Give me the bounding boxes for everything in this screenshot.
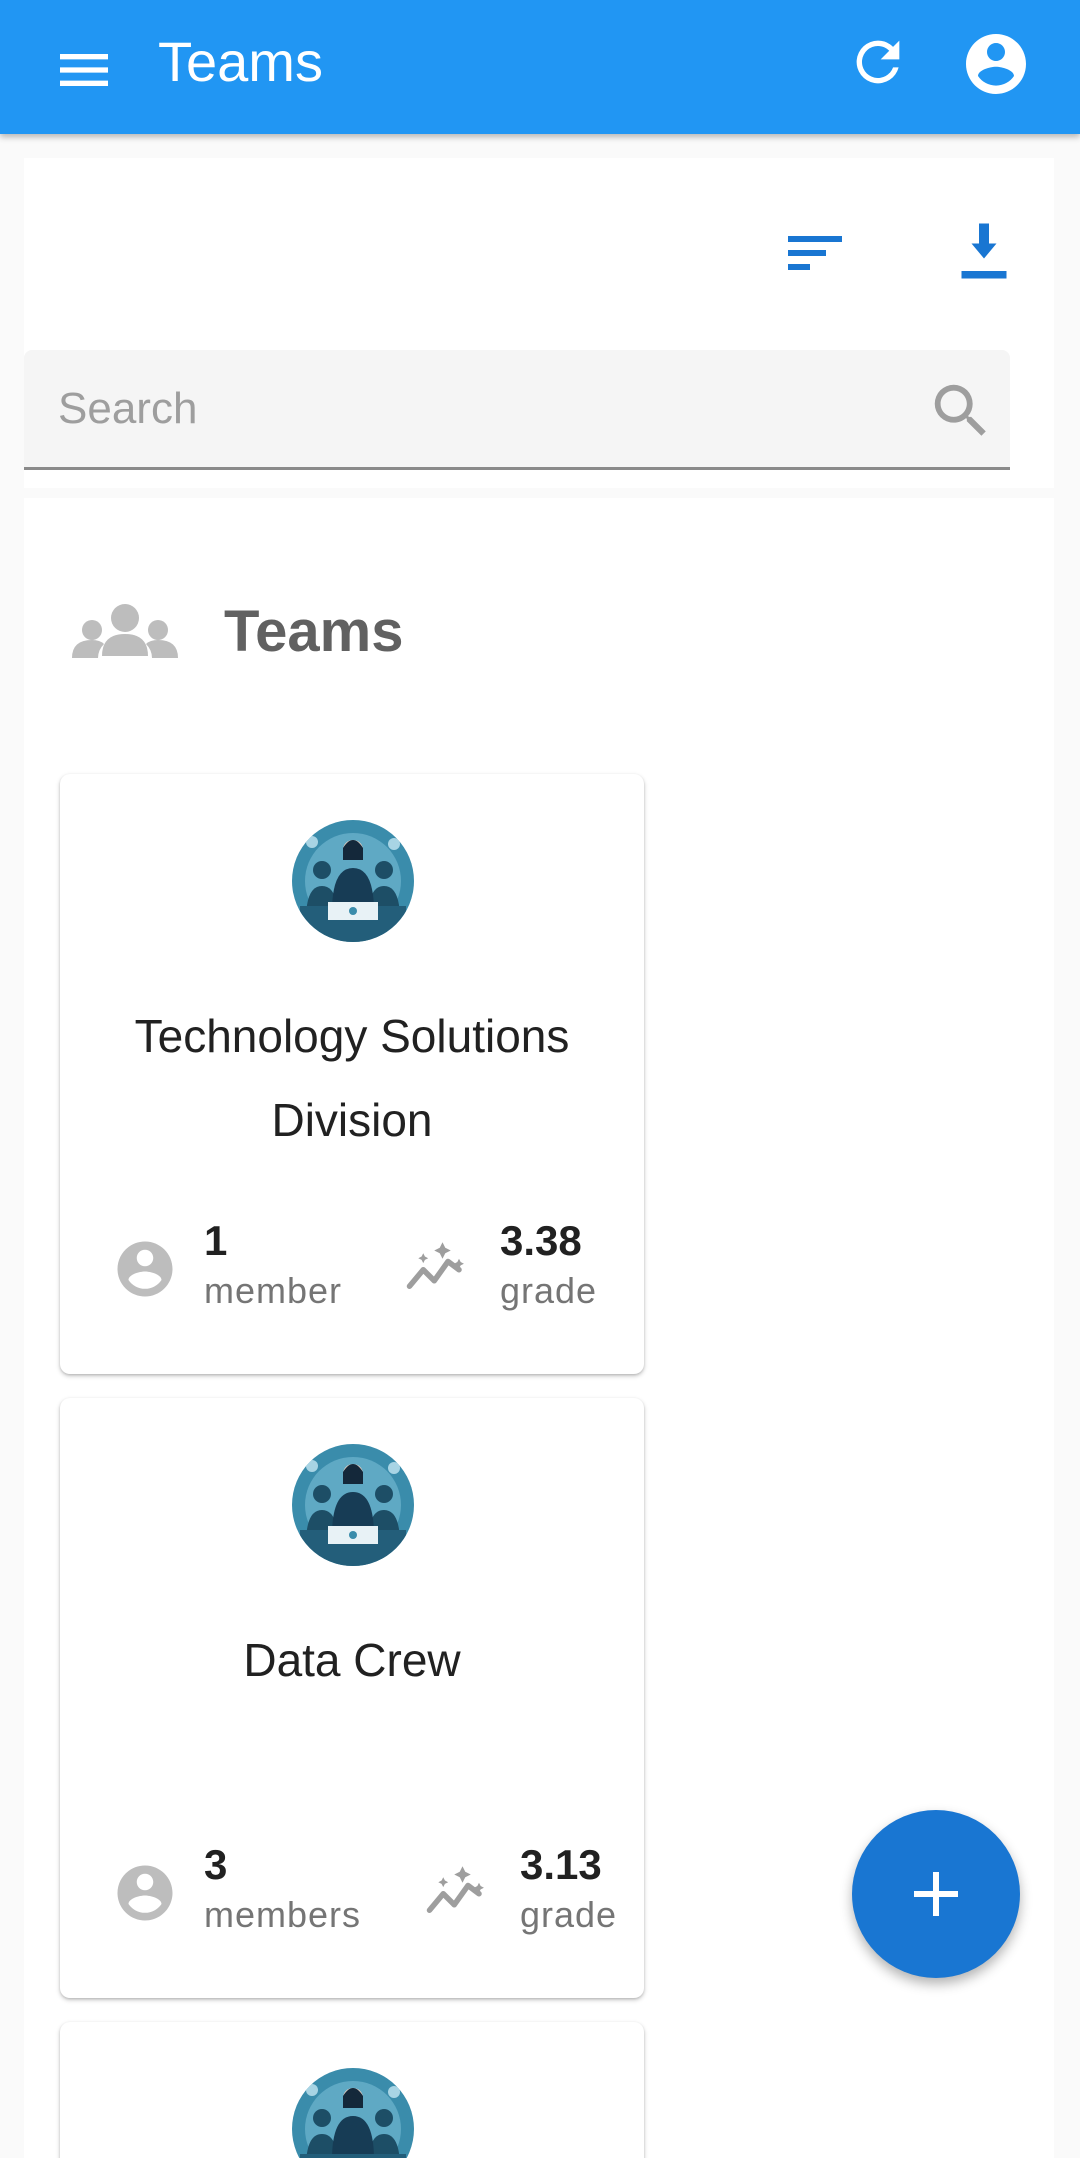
app-bar: Teams: [0, 0, 1080, 134]
search-field[interactable]: [24, 350, 1010, 470]
grade-label: grade: [500, 1270, 598, 1311]
search-icon[interactable]: [926, 376, 996, 446]
download-button[interactable]: [954, 218, 1014, 284]
account-circle-icon: [966, 34, 1026, 94]
section-title: Teams: [224, 599, 404, 664]
account-circle-icon: [117, 1865, 173, 1921]
member-label: member: [204, 1270, 343, 1311]
member-count: 1: [204, 1217, 228, 1264]
grade-label: grade: [520, 1894, 618, 1935]
account-button[interactable]: [960, 28, 1032, 100]
trending-sparkle-icon: [406, 1242, 464, 1289]
account-circle-icon: [117, 1241, 173, 1297]
team-avatar: [292, 2068, 414, 2158]
download-icon: [961, 223, 1007, 279]
team-avatar: [292, 1444, 414, 1566]
team-name: Data Crew: [243, 1634, 461, 1686]
sort-icon: [788, 236, 842, 270]
team-card[interactable]: Technology Solutions Division 1 member 3…: [60, 774, 644, 1374]
trending-sparkle-icon: [426, 1866, 484, 1913]
grade-value: 3.38: [500, 1217, 582, 1264]
app-title: Teams: [158, 30, 323, 93]
member-label: members: [204, 1894, 362, 1935]
sort-button[interactable]: [782, 222, 850, 282]
team-name: Technology Solutions Division: [134, 1010, 570, 1146]
menu-button[interactable]: [52, 38, 116, 102]
member-count: 3: [204, 1841, 228, 1888]
refresh-icon: [856, 40, 900, 84]
team-card[interactable]: [60, 2022, 644, 2158]
grade-value: 3.13: [520, 1841, 602, 1888]
team-avatar: [292, 820, 414, 942]
search-input[interactable]: [58, 376, 878, 442]
groups-icon: [72, 604, 178, 658]
menu-icon: [60, 54, 108, 86]
team-card[interactable]: Data Crew 3 members 3.13 grade: [60, 1398, 644, 1998]
add-team-button[interactable]: [852, 1810, 1020, 1978]
add-icon: [914, 1872, 958, 1916]
refresh-button[interactable]: [846, 30, 910, 94]
